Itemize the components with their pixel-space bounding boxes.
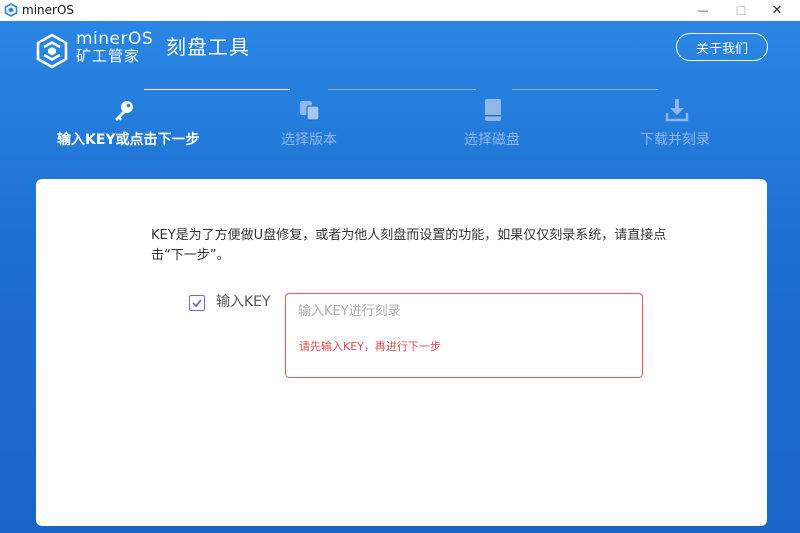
download-icon	[665, 99, 689, 122]
step-connector-1	[144, 89, 290, 90]
step-label-1: 输入KEY或点击下一步	[57, 132, 200, 148]
about-us-button[interactable]: 关于我们	[676, 33, 768, 61]
brand-name-cn: 矿工管家	[76, 47, 141, 65]
step-label-3: 选择磁盘	[464, 132, 520, 148]
app-title: 刻盘工具	[166, 35, 250, 59]
key-description: KEY是为了方便做U盘修复，或者为他人刻盘而设置的功能，如果仅仅刻录系统，请直接…	[151, 228, 667, 263]
step-label-4: 下载并刻录	[640, 132, 710, 148]
step-connector-3	[512, 89, 658, 90]
key-checkbox-label[interactable]: 输入KEY	[216, 293, 271, 311]
window-title: minerOS	[22, 3, 75, 17]
copy-icon	[300, 101, 320, 121]
key-input[interactable]	[285, 293, 643, 378]
key-icon	[115, 101, 133, 121]
disk-icon	[485, 99, 501, 121]
brand-name-en: minerOS	[76, 29, 154, 49]
mineros-logo-icon	[36, 33, 68, 69]
checkmark-icon	[192, 299, 202, 308]
window-titlebar: minerOS — ☐ ✕	[0, 0, 800, 21]
minimize-icon: —	[697, 4, 709, 17]
step-label-2: 选择版本	[281, 132, 337, 148]
maximize-icon: ☐	[735, 3, 747, 18]
app-logo-icon	[4, 3, 18, 17]
key-checkbox[interactable]	[189, 295, 205, 311]
main-card: KEY是为了方便做U盘修复，或者为他人刻盘而设置的功能，如果仅仅刻录系统，请直接…	[36, 179, 767, 526]
key-error-message: 请先输入KEY，再进行下一步	[299, 340, 441, 353]
close-icon: ✕	[771, 3, 783, 18]
step-connector-2	[328, 89, 476, 90]
close-button[interactable]: ✕	[754, 0, 800, 21]
